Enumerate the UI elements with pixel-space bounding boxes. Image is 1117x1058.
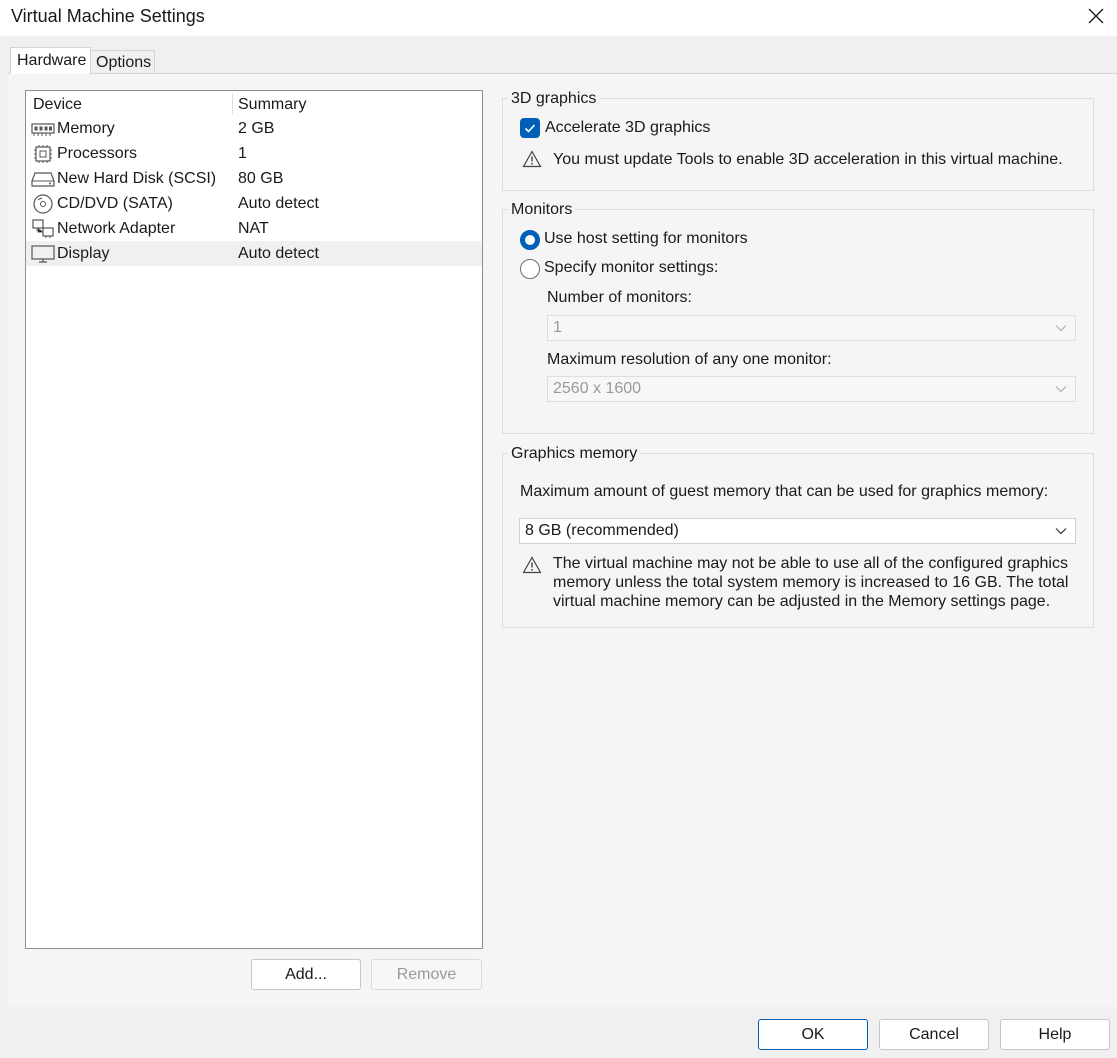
- close-button[interactable]: [1077, 0, 1113, 32]
- cd-dvd-icon: [33, 194, 53, 214]
- graphics-memory-warning-text: The virtual machine may not be able to u…: [553, 554, 1068, 611]
- remove-device-button[interactable]: Remove: [371, 959, 482, 990]
- warning-line: memory unless the total system memory is…: [553, 574, 1069, 591]
- device-row-memory[interactable]: Memory 2 GB: [26, 116, 482, 141]
- warning-icon: [522, 556, 542, 574]
- title-bar: Virtual Machine Settings: [0, 0, 1117, 36]
- chevron-down-icon: [1055, 325, 1067, 332]
- specify-monitors-label[interactable]: Specify monitor settings:: [544, 259, 718, 277]
- close-icon: [1088, 8, 1104, 24]
- device-list-header: Device Summary: [26, 91, 482, 116]
- device-name: New Hard Disk (SCSI): [57, 170, 217, 187]
- device-row-processors[interactable]: Processors 1: [26, 141, 482, 166]
- max-resolution-label: Maximum resolution of any one monitor:: [547, 351, 832, 368]
- column-header-summary[interactable]: Summary: [238, 96, 306, 114]
- specify-monitors-radio[interactable]: [520, 259, 540, 279]
- device-summary: 2 GB: [238, 120, 275, 137]
- accelerate-3d-checkbox[interactable]: [520, 118, 540, 138]
- column-header-device[interactable]: Device: [33, 96, 82, 114]
- device-name: CD/DVD (SATA): [57, 195, 173, 212]
- processor-icon: [34, 145, 52, 163]
- tab-options-label: Options: [96, 54, 152, 71]
- device-summary: Auto detect: [238, 245, 319, 262]
- graphics-memory-label: Maximum amount of guest memory that can …: [520, 483, 1049, 500]
- warning-icon: [522, 150, 542, 168]
- network-adapter-icon: [32, 219, 54, 238]
- chevron-down-icon: [1055, 386, 1067, 393]
- help-button[interactable]: Help: [1000, 1019, 1110, 1050]
- graphics-memory-select[interactable]: 8 GB (recommended): [519, 518, 1076, 544]
- group-monitors-title: Monitors: [508, 201, 576, 219]
- tab-hardware-label: Hardware: [17, 52, 87, 69]
- add-device-button[interactable]: Add...: [251, 959, 361, 990]
- number-of-monitors-select[interactable]: 1: [547, 315, 1076, 341]
- tab-options[interactable]: Options: [91, 50, 155, 74]
- checkmark-icon: [524, 124, 536, 133]
- device-name: Memory: [57, 120, 115, 137]
- device-row-hard-disk[interactable]: New Hard Disk (SCSI) 80 GB: [26, 166, 482, 191]
- graphics-memory-value: 8 GB (recommended): [525, 522, 679, 539]
- device-name: Network Adapter: [57, 220, 176, 237]
- memory-icon: [31, 123, 55, 136]
- ok-button[interactable]: OK: [758, 1019, 868, 1050]
- device-summary: 1: [238, 145, 247, 162]
- accelerate-3d-label[interactable]: Accelerate 3D graphics: [545, 119, 710, 137]
- device-list[interactable]: Device Summary Memory 2 GB Processors 1: [25, 90, 483, 949]
- group-graphics-memory-title: Graphics memory: [508, 445, 641, 463]
- number-of-monitors-value: 1: [553, 319, 562, 336]
- device-summary: NAT: [238, 220, 269, 237]
- device-row-network-adapter[interactable]: Network Adapter NAT: [26, 216, 482, 241]
- group-3d-graphics: [502, 98, 1094, 191]
- device-summary: 80 GB: [238, 170, 284, 187]
- use-host-monitors-radio[interactable]: [520, 230, 540, 250]
- column-separator[interactable]: [232, 93, 233, 115]
- group-3d-graphics-title: 3D graphics: [508, 90, 600, 108]
- max-resolution-select[interactable]: 2560 x 1600: [547, 376, 1076, 402]
- warning-line: The virtual machine may not be able to u…: [553, 555, 1068, 572]
- device-row-cd-dvd[interactable]: CD/DVD (SATA) Auto detect: [26, 191, 482, 216]
- display-icon: [31, 245, 55, 263]
- hard-disk-icon: [31, 172, 55, 187]
- device-summary: Auto detect: [238, 195, 319, 212]
- cancel-button[interactable]: Cancel: [879, 1019, 989, 1050]
- window-title: Virtual Machine Settings: [11, 6, 205, 26]
- device-name: Display: [57, 245, 110, 262]
- number-of-monitors-label: Number of monitors:: [547, 289, 692, 306]
- warning-line: virtual machine memory can be adjusted i…: [553, 593, 1051, 610]
- chevron-down-icon: [1055, 528, 1067, 535]
- use-host-monitors-label[interactable]: Use host setting for monitors: [544, 230, 748, 248]
- 3d-tools-warning-text: You must update Tools to enable 3D accel…: [553, 151, 1063, 168]
- tab-hardware[interactable]: Hardware: [10, 47, 91, 74]
- device-name: Processors: [57, 145, 138, 162]
- device-row-display[interactable]: Display Auto detect: [26, 241, 482, 266]
- max-resolution-value: 2560 x 1600: [553, 380, 642, 397]
